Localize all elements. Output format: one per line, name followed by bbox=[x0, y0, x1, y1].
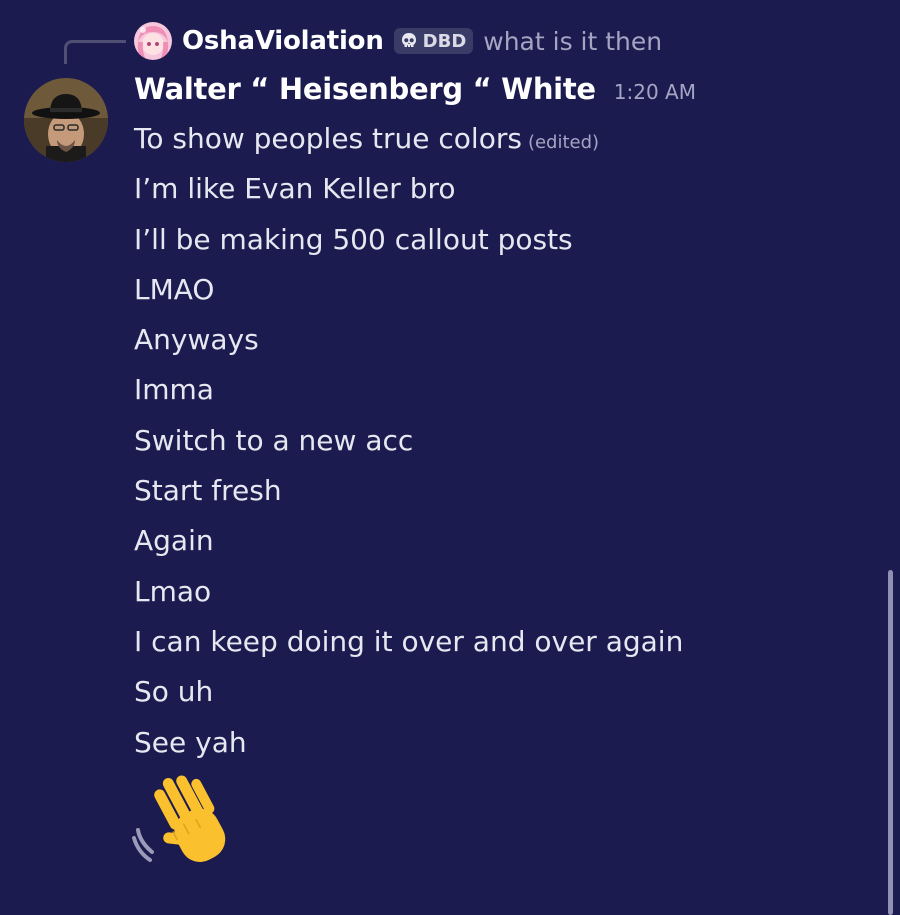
message-line[interactable]: Switch to a new acc bbox=[134, 416, 683, 466]
message-header: Walter “ Heisenberg “ White 1:20 AM bbox=[134, 72, 696, 116]
reply-connector bbox=[64, 40, 126, 64]
portrait-avatar-icon bbox=[24, 78, 108, 162]
message-line[interactable]: Start fresh bbox=[134, 466, 683, 516]
chat-view: OshaViolation DBD what is it then Walter… bbox=[0, 0, 900, 915]
message-line[interactable]: LMAO bbox=[134, 265, 683, 315]
edited-label: (edited) bbox=[527, 132, 600, 153]
scrollbar-thumb[interactable] bbox=[888, 570, 893, 915]
message-line[interactable]: Again bbox=[134, 516, 683, 566]
waving-hand-icon[interactable] bbox=[132, 772, 238, 872]
message-timestamp[interactable]: 1:20 AM bbox=[614, 80, 696, 104]
message-line[interactable]: I’m like Evan Keller bro bbox=[134, 164, 683, 214]
message-line[interactable]: So uh bbox=[134, 667, 683, 717]
user-avatar[interactable] bbox=[24, 78, 108, 162]
reply-text[interactable]: what is it then bbox=[483, 27, 662, 56]
message-line[interactable]: I’ll be making 500 callout posts bbox=[134, 215, 683, 265]
message-lines: To show peoples true colors (edited) I’m … bbox=[134, 114, 683, 768]
message-line[interactable]: Anyways bbox=[134, 315, 683, 365]
message-line[interactable]: Imma bbox=[134, 365, 683, 415]
server-tag-label: DBD bbox=[422, 30, 467, 52]
skull-icon bbox=[401, 33, 416, 47]
server-tag-badge[interactable]: DBD bbox=[393, 28, 474, 54]
message-author[interactable]: Walter “ Heisenberg “ White bbox=[134, 72, 596, 106]
anime-avatar-icon bbox=[134, 22, 172, 60]
message-line[interactable]: See yah bbox=[134, 718, 683, 768]
reply-preview[interactable]: OshaViolation DBD what is it then bbox=[134, 21, 662, 61]
message-line[interactable]: To show peoples true colors (edited) bbox=[134, 114, 683, 164]
message-line[interactable]: I can keep doing it over and over again bbox=[134, 617, 683, 667]
reply-avatar[interactable] bbox=[134, 22, 172, 60]
reply-author[interactable]: OshaViolation bbox=[182, 26, 384, 56]
message-line[interactable]: Lmao bbox=[134, 567, 683, 617]
